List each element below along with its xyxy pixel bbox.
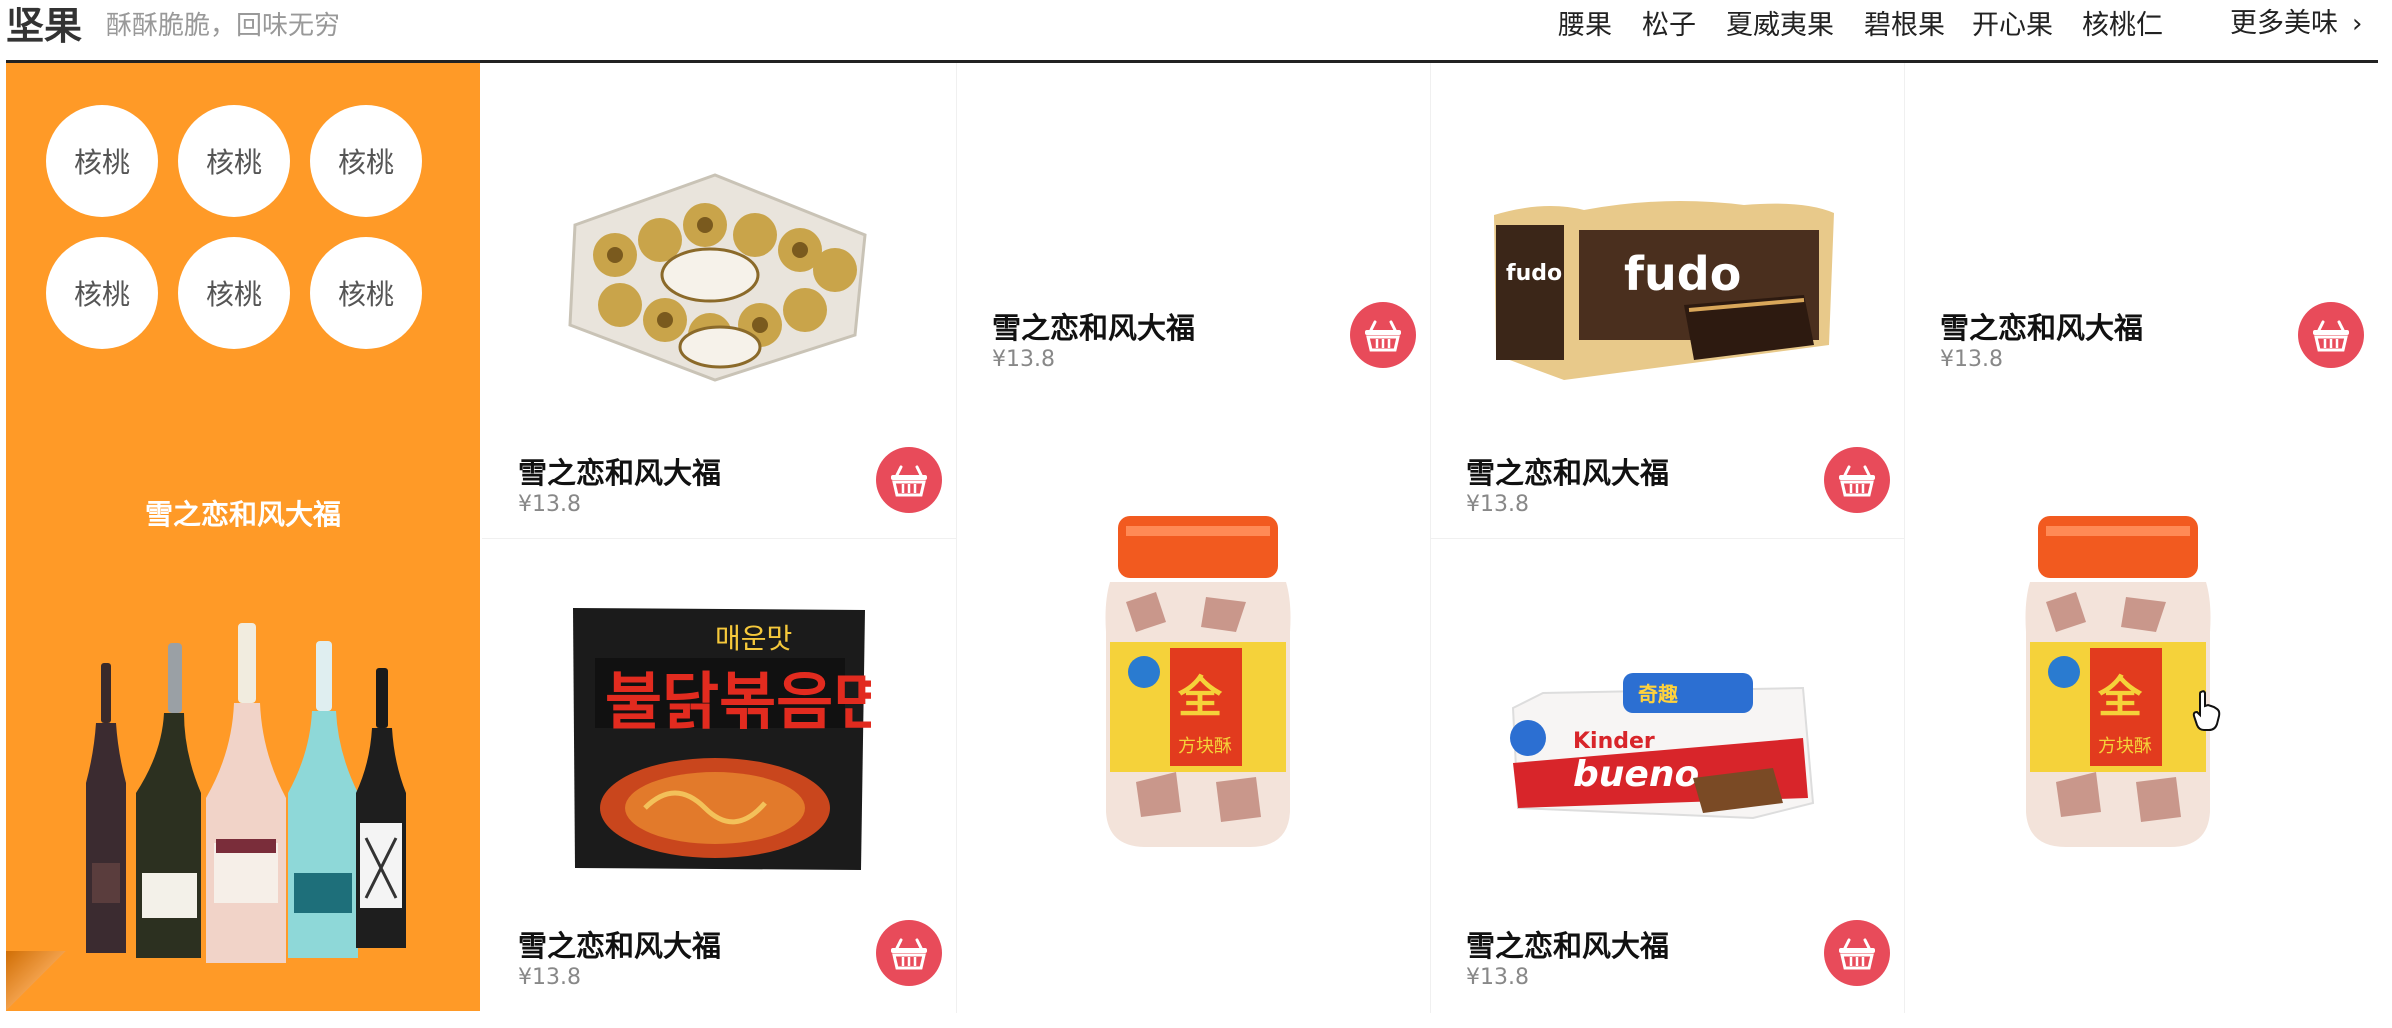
promo-title: 雪之恋和风大福 [144,498,341,531]
product-name[interactable]: 雪之恋和风大福 [1940,305,2143,347]
fudo-wafer-image: fudo fudo [1494,201,1834,380]
tag-circle[interactable]: 核桃 [310,237,422,349]
more-link[interactable]: 更多美味 › [2230,6,2362,42]
biscuit-jar-image: 全 方块酥 [2025,516,2211,847]
tag-circle[interactable]: 核桃 [310,105,422,217]
hand-cursor-icon [2192,690,2221,731]
tag-circle[interactable]: 核桃 [46,237,158,349]
svg-text:方块酥: 方块酥 [1178,736,1232,757]
shopping-basket-icon [2313,320,2349,352]
svg-text:全: 全 [2097,672,2143,723]
nav-link-walnut-kernel[interactable]: 核桃仁 [2082,8,2163,44]
shopping-basket-icon [891,465,927,497]
biscuit-jar-image: 全 方块酥 [1105,516,1291,847]
svg-text:Kinder: Kinder [1573,729,1655,754]
tag-circle[interactable]: 核桃 [46,105,158,217]
section-title: 坚果 [6,4,83,48]
product-price: ¥13.8 [518,965,581,990]
nav-link-pecan[interactable]: 碧根果 [1864,8,1945,44]
svg-text:매운맛: 매운맛 [715,622,792,655]
product-price: ¥13.8 [1940,347,2003,372]
tag-circle[interactable]: 核桃 [178,237,290,349]
buldak-ramen-image: 불닭볶음면 매운맛 [573,608,871,870]
svg-text:불닭볶음면: 불닭볶음면 [605,665,871,738]
section-header: 坚果 酥酥脆脆，回味无穷 腰果 松子 夏威夷果 碧根果 开心果 核桃仁 更多美味… [6,0,2378,63]
kinder-bueno-image: 奇趣 Kinder bueno [1510,673,1815,820]
product-price: ¥13.8 [1466,965,1529,990]
add-to-cart-button[interactable] [876,920,942,986]
svg-text:bueno: bueno [1573,754,1699,795]
section-subtitle: 酥酥脆脆，回味无穷 [106,11,341,41]
product-name[interactable]: 雪之恋和风大福 [518,923,721,965]
add-to-cart-button[interactable] [876,447,942,513]
svg-text:fudo: fudo [1624,247,1741,301]
nav-link-cashew[interactable]: 腰果 [1558,8,1612,44]
svg-text:fudo: fudo [1506,261,1562,286]
grid-divider [956,63,957,1013]
shopping-basket-icon [1839,938,1875,970]
tag-circle[interactable]: 核桃 [178,105,290,217]
grid-divider [482,538,956,539]
product-name[interactable]: 雪之恋和风大福 [518,450,721,492]
grid-divider [1430,538,1904,539]
more-label: 更多美味 [2230,8,2338,39]
nav-link-macadamia[interactable]: 夏威夷果 [1726,8,1834,44]
nav-link-pistachio[interactable]: 开心果 [1972,8,2053,44]
svg-text:全: 全 [1177,672,1223,723]
promo-sidebar[interactable]: 核桃 核桃 核桃 核桃 核桃 核桃 雪之恋和风大福 [6,63,480,1011]
product-price: ¥13.8 [1466,492,1529,517]
product-price: ¥13.8 [518,492,581,517]
add-to-cart-button[interactable] [2298,302,2364,368]
product-price: ¥13.8 [992,347,1055,372]
chevron-right-icon: › [2352,9,2363,39]
corner-fold [6,951,66,1011]
svg-text:奇趣: 奇趣 [1638,682,1679,706]
wine-bottles-image [86,623,406,963]
nav-link-pine-nut[interactable]: 松子 [1642,8,1696,44]
add-to-cart-button[interactable] [1350,302,1416,368]
grid-divider [1904,63,1905,1013]
shopping-basket-icon [891,938,927,970]
product-name[interactable]: 雪之恋和风大福 [992,305,1195,347]
shopping-basket-icon [1839,465,1875,497]
product-name[interactable]: 雪之恋和风大福 [1466,450,1669,492]
svg-text:方块酥: 方块酥 [2098,736,2152,757]
ferrero-rocher-image [568,173,867,382]
shopping-basket-icon [1365,320,1401,352]
add-to-cart-button[interactable] [1824,920,1890,986]
product-name[interactable]: 雪之恋和风大福 [1466,923,1669,965]
add-to-cart-button[interactable] [1824,447,1890,513]
